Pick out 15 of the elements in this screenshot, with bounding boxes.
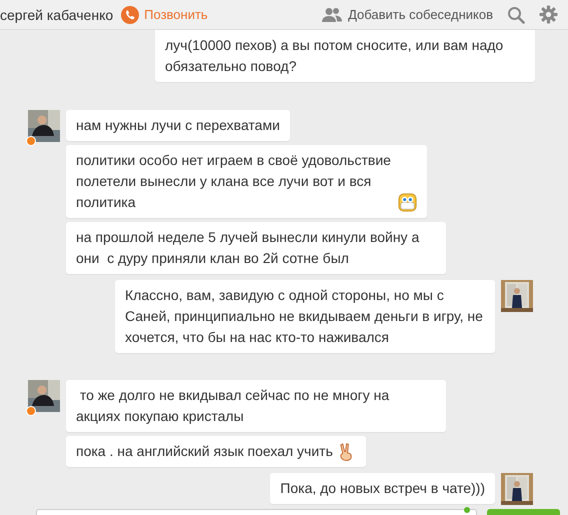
message-text: Классно, вам, завидую с одной стороны, но мы с Саней, принципиально не вкидываем деньги в игру, не хочется, что бы на нас кто-то наживался bbox=[125, 286, 484, 347]
contact-name[interactable]: сергей кабаченко bbox=[0, 6, 114, 22]
grinning-emoji-icon bbox=[398, 193, 417, 212]
phone-icon bbox=[121, 6, 140, 24]
message-text: Пока, до новых встреч в чате))) bbox=[280, 479, 485, 498]
message-text: то же долго не вкидывал сейчас по не многу на акциях покупаю кристалы bbox=[76, 386, 390, 426]
message-text: политики особо нет играем в своё удовольствие полетели вынесли у клана все лучи вот и вся политика bbox=[76, 151, 392, 212]
add-participants-button[interactable]: Добавить собеседников bbox=[321, 6, 493, 22]
message-text: луч(10000 пехов) а вы потом сносите, или вам надо обязательно повод? bbox=[165, 36, 504, 76]
message-text: пока . на английский язык поехал учить bbox=[76, 442, 333, 461]
message-text: на прошлой неделе 5 лучей вынесли кинули войну а они с дуру приняли клан во 2й сотне был bbox=[76, 228, 420, 268]
settings-icon[interactable] bbox=[539, 5, 558, 24]
message-text: нам нужны лучи с перехватами bbox=[76, 116, 280, 135]
search-icon[interactable] bbox=[507, 6, 525, 24]
people-icon bbox=[321, 6, 344, 22]
